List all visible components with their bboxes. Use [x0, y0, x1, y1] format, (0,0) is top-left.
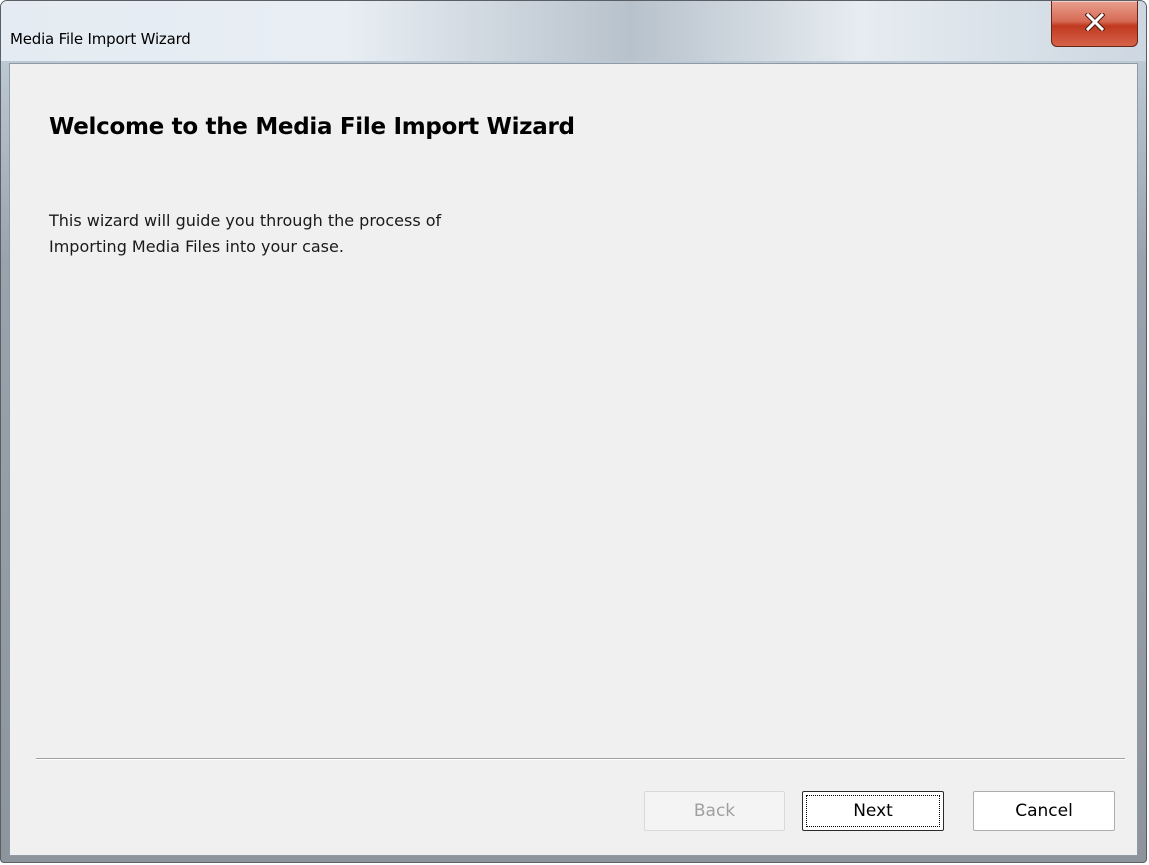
- footer-divider: [36, 758, 1125, 760]
- cancel-button[interactable]: Cancel: [973, 791, 1115, 831]
- wizard-content: Welcome to the Media File Import Wizard …: [9, 63, 1138, 856]
- page-title: Welcome to the Media File Import Wizard: [49, 114, 575, 140]
- description-text: This wizard will guide you through the p…: [49, 208, 649, 260]
- focus-rectangle: [806, 795, 940, 827]
- title-bar[interactable]: Media File Import Wizard: [1, 1, 1146, 61]
- window-title: Media File Import Wizard: [10, 30, 191, 48]
- description-line-1: This wizard will guide you through the p…: [49, 211, 442, 230]
- description-line-2: Importing Media Files into your case.: [49, 237, 344, 256]
- wizard-window: Media File Import Wizard Welcome to the …: [0, 0, 1147, 863]
- close-icon: [1085, 13, 1105, 31]
- next-button[interactable]: Next: [802, 791, 944, 831]
- back-button[interactable]: Back: [644, 791, 785, 831]
- close-button[interactable]: [1051, 1, 1138, 47]
